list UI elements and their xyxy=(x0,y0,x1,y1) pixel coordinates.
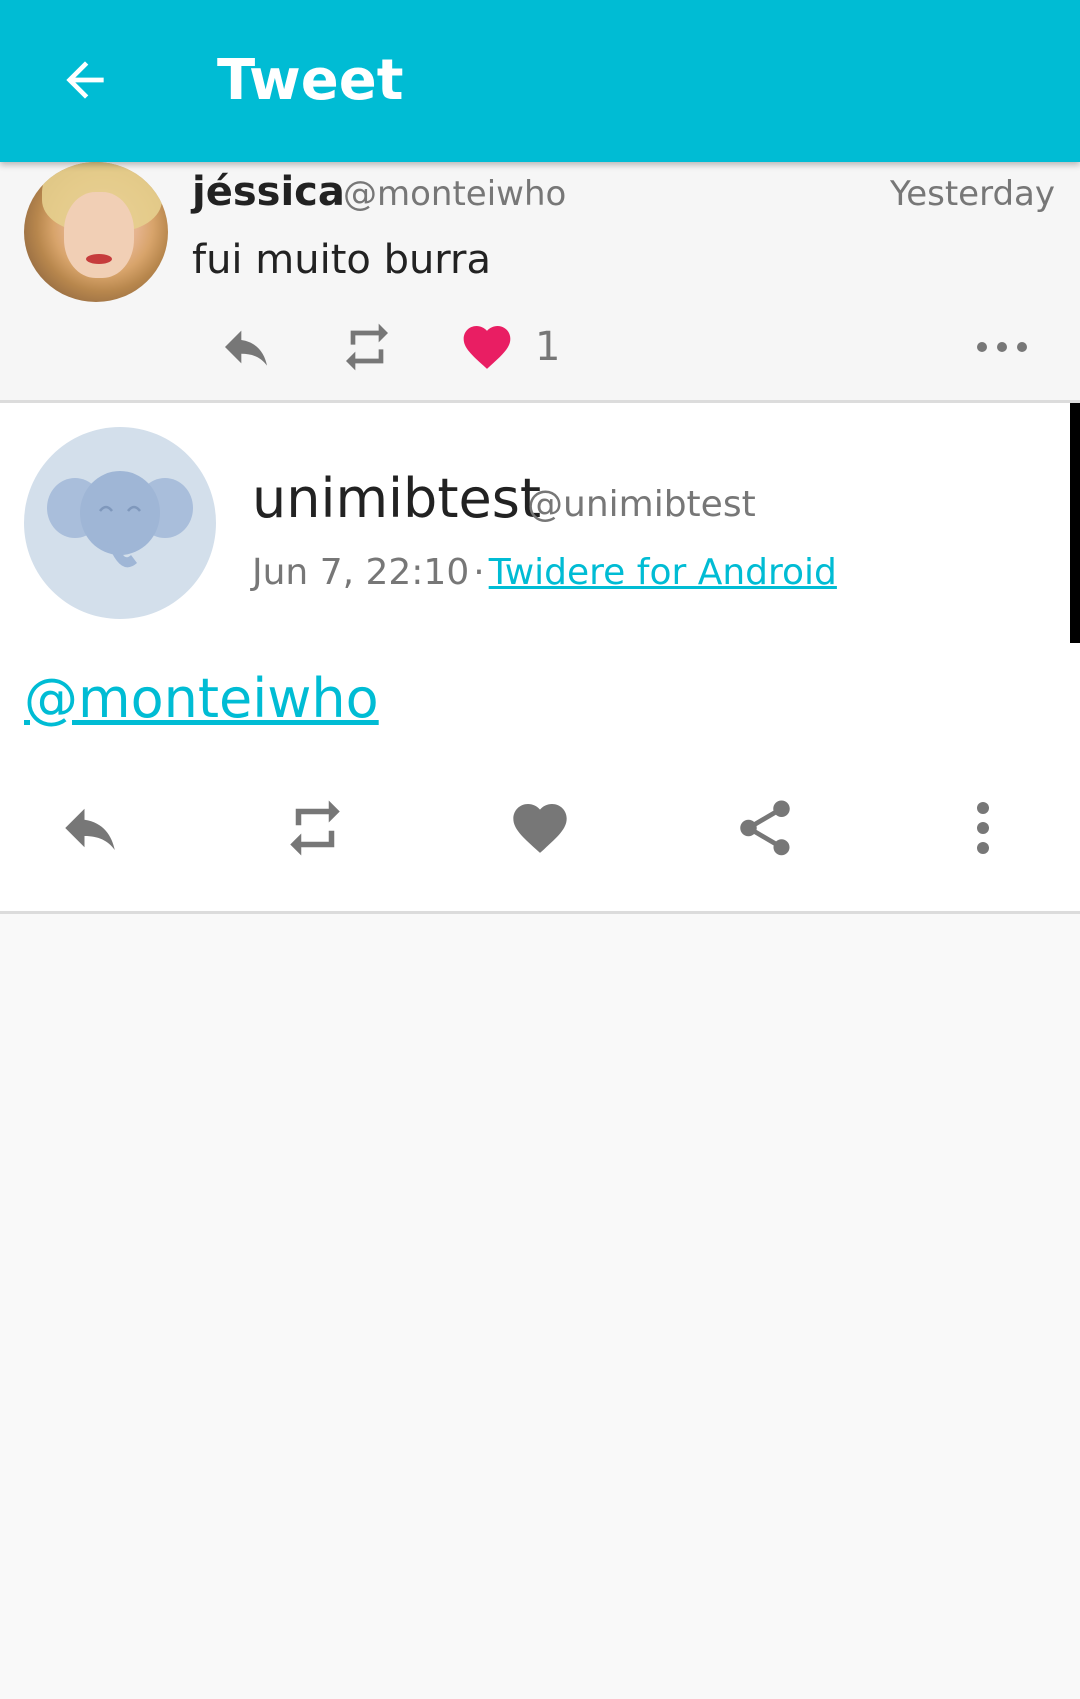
more-button[interactable] xyxy=(958,778,1008,878)
avatar[interactable] xyxy=(24,427,216,619)
tweet-date: Jun 7, 22:10 xyxy=(252,552,470,593)
back-button[interactable] xyxy=(40,40,130,120)
tweet-actions xyxy=(0,778,1080,878)
app-bar: Tweet xyxy=(0,0,1080,162)
heart-icon xyxy=(513,804,567,853)
mention-link[interactable]: @monteiwho xyxy=(24,659,379,739)
avatar[interactable] xyxy=(24,162,168,302)
tweet-meta: Jun 7, 22:10 · Twidere for Android xyxy=(252,543,837,603)
user-name: unimibtest xyxy=(252,467,542,530)
like-count: 1 xyxy=(535,324,561,370)
reply-icon xyxy=(65,808,115,850)
user-handle: @monteiwho xyxy=(343,174,567,214)
more-horizontal-icon xyxy=(977,342,1027,352)
retweet-button[interactable] xyxy=(330,312,404,382)
tweet-time: Yesterday xyxy=(889,174,1055,214)
scrollbar[interactable] xyxy=(1070,403,1080,643)
like-button[interactable] xyxy=(505,778,575,878)
more-button[interactable] xyxy=(970,312,1034,382)
arrow-left-icon xyxy=(66,61,104,99)
retweet-icon xyxy=(346,323,388,371)
reply-button[interactable] xyxy=(50,778,130,878)
retweet-icon xyxy=(290,800,340,856)
user-handle: @unimibtest xyxy=(527,484,756,525)
page-title: Tweet xyxy=(217,48,404,113)
share-icon xyxy=(740,800,790,856)
share-button[interactable] xyxy=(730,778,800,878)
meta-separator: · xyxy=(473,552,485,593)
like-button[interactable] xyxy=(455,312,519,382)
reply-button[interactable] xyxy=(208,312,284,382)
source-link[interactable]: Twidere for Android xyxy=(489,552,837,593)
retweet-button[interactable] xyxy=(275,778,355,878)
tweet-actions: 1 xyxy=(0,312,1080,382)
tweet-text: fui muito burra xyxy=(192,237,492,283)
elephant-icon xyxy=(47,471,193,568)
heart-icon xyxy=(463,326,511,369)
main-tweet: unimibtest @unimibtest Jun 7, 22:10 · Twid… xyxy=(0,403,1080,914)
user-name: jéssica xyxy=(192,169,345,215)
parent-tweet[interactable]: jéssica @monteiwho Yesterday fui muito b… xyxy=(0,162,1080,403)
more-vertical-icon xyxy=(977,802,989,854)
reply-icon xyxy=(225,330,267,366)
